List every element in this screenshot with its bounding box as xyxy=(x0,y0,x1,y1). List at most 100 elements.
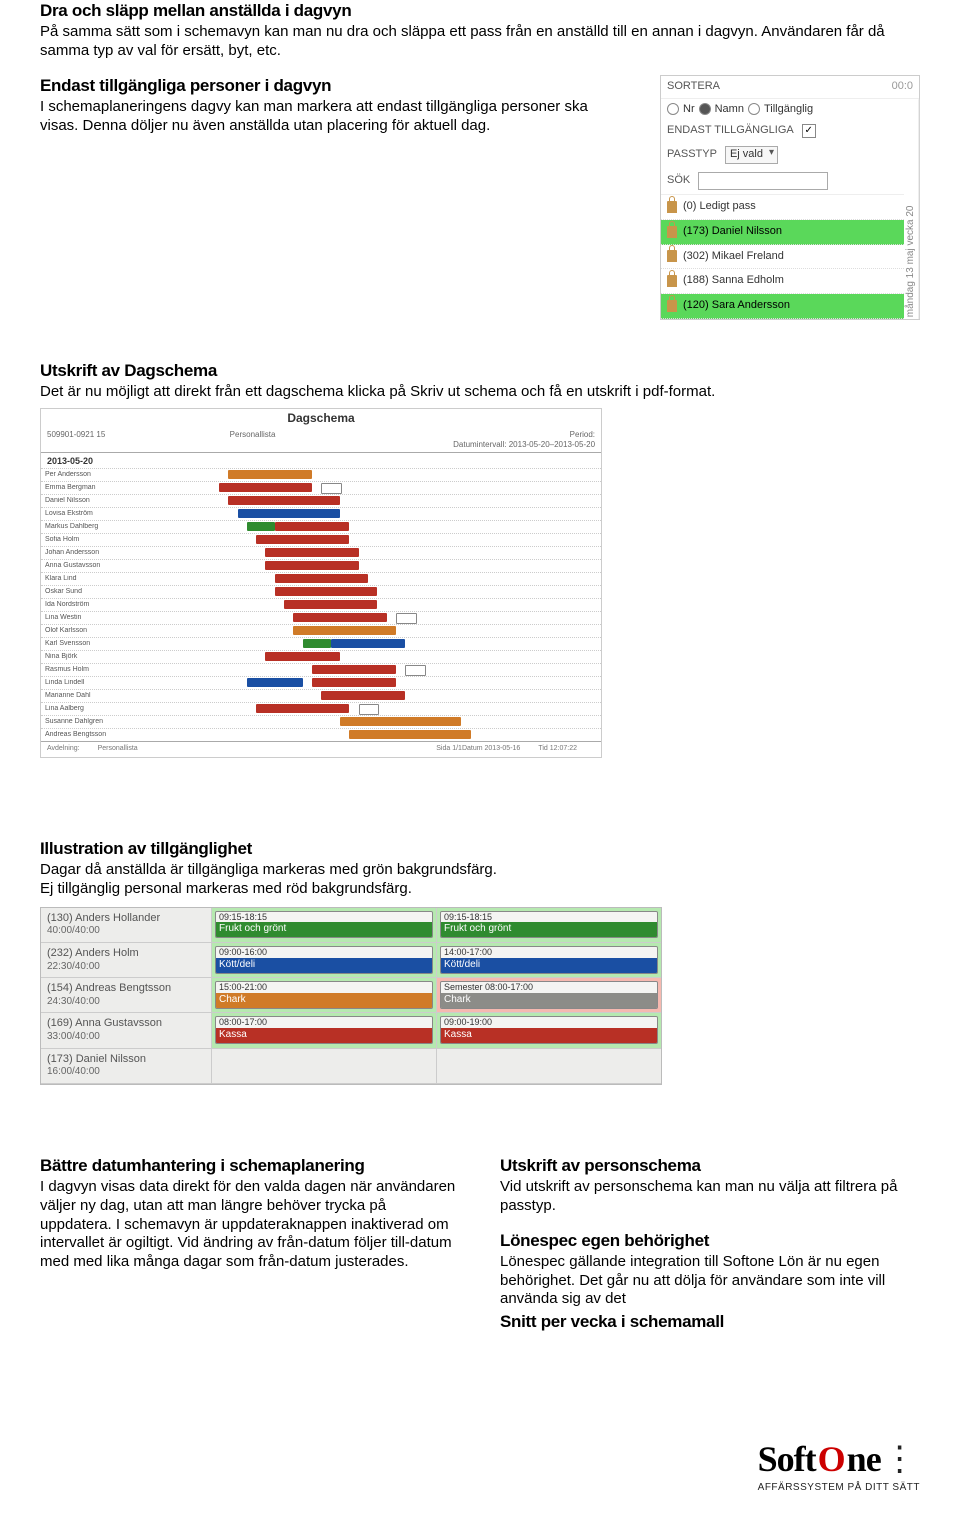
dagschema-row-name: Susanne Dahlgren xyxy=(41,718,135,727)
dagschema-row-track xyxy=(135,625,601,637)
dagschema-bar xyxy=(275,522,350,531)
avail-shift-block[interactable]: 08:00-17:00Kassa xyxy=(215,1016,433,1044)
text-datehandling: I dagvyn visas data direkt för den valda… xyxy=(40,1178,460,1272)
avail-cell[interactable]: Semester 08:00-17:00Chark xyxy=(436,978,661,1012)
avail-shift-block[interactable]: 09:15-18:15Frukt och grönt xyxy=(440,911,658,939)
dagschema-row-track xyxy=(135,729,601,741)
dagschema-top-mid: Personallista xyxy=(230,430,413,450)
avail-row: (154) Andreas Bengtsson24:30/40:0015:00-… xyxy=(41,978,661,1013)
avail-shift-block[interactable]: 09:00-16:00Kött/deli xyxy=(215,946,433,974)
dagschema-bar xyxy=(256,535,349,544)
lock-icon xyxy=(667,300,677,312)
lock-icon xyxy=(667,201,677,213)
logo-text-c: ne xyxy=(847,1437,881,1482)
text-availability-1: Dagar då anställda är tillgängliga marke… xyxy=(40,861,920,880)
dagschema-row-name: Nina Björk xyxy=(41,653,135,662)
heading-snitt: Snitt per vecka i schemamall xyxy=(500,1311,920,1332)
text-drag-drop: På samma sätt som i schemavyn kan man nu… xyxy=(40,23,920,61)
lock-icon xyxy=(667,275,677,287)
heading-available: Endast tillgängliga personer i dagvyn xyxy=(40,75,630,96)
text-available: I schemaplaneringens dagvy kan man marke… xyxy=(40,98,630,136)
avail-shift-block[interactable]: 09:15-18:15Frukt och grönt xyxy=(215,911,433,939)
avail-shift-block[interactable]: Semester 08:00-17:00Chark xyxy=(440,981,658,1009)
avail-row: (232) Anders Holm22:30/40:0009:00-16:00K… xyxy=(41,943,661,978)
label-tillganglig: Tillgänglig xyxy=(764,103,813,117)
avail-cell[interactable] xyxy=(211,1049,436,1083)
dagschema-bar xyxy=(303,639,331,648)
avail-shift-block[interactable]: 09:00-19:00Kassa xyxy=(440,1016,658,1044)
avail-cell[interactable]: 09:00-19:00Kassa xyxy=(436,1013,661,1047)
side-panel-item[interactable]: (188) Sanna Edholm xyxy=(661,269,904,294)
radio-nr[interactable] xyxy=(667,103,679,115)
dagschema-row-track xyxy=(135,599,601,611)
dagschema-row-name: Olof Karlsson xyxy=(41,627,135,636)
side-panel-item[interactable]: (302) Mikael Freland xyxy=(661,245,904,270)
dagschema-period-val: 2013-05-20–2013-05-20 xyxy=(509,440,595,449)
side-panel-item[interactable]: (173) Daniel Nilsson xyxy=(661,220,904,245)
dagschema-row: Per Andersson xyxy=(41,468,601,481)
dagschema-bar xyxy=(275,587,378,596)
dagschema-row: Daniel Nilsson xyxy=(41,494,601,507)
dagschema-row-track xyxy=(135,651,601,663)
dagschema-row-track xyxy=(135,560,601,572)
logo-text-a: Soft xyxy=(758,1437,816,1482)
label-sortera: SORTERA xyxy=(667,80,720,94)
dagschema-row: Lina Westin xyxy=(41,611,601,624)
heading-personschema: Utskrift av personschema xyxy=(500,1155,920,1176)
dagschema-row: Ida Nordström xyxy=(41,598,601,611)
radio-tillganglig[interactable] xyxy=(748,103,760,115)
avail-cell[interactable]: 09:15-18:15Frukt och grönt xyxy=(436,908,661,942)
dagschema-row-name: Andreas Bengtsson xyxy=(41,731,135,740)
side-panel-item-label: (120) Sara Andersson xyxy=(683,299,790,313)
avail-employee: (232) Anders Holm22:30/40:00 xyxy=(41,943,211,977)
avail-cell[interactable] xyxy=(436,1049,661,1083)
dagschema-row-name: Ida Nordström xyxy=(41,601,135,610)
dagschema-bar xyxy=(312,678,396,687)
dagschema-row-name: Marianne Dahl xyxy=(41,692,135,701)
avail-cell[interactable]: 15:00-21:00Chark xyxy=(211,978,436,1012)
radio-namn[interactable] xyxy=(699,103,711,115)
dagschema-row-track xyxy=(135,508,601,520)
avail-cell[interactable]: 08:00-17:00Kassa xyxy=(211,1013,436,1047)
heading-lonespec: Lönespec egen behörighet xyxy=(500,1230,920,1251)
checkbox-endast-tillg[interactable]: ✓ xyxy=(802,124,816,138)
dagschema-row-name: Emma Bergman xyxy=(41,484,135,493)
dagschema-row: Lovisa Ekström xyxy=(41,507,601,520)
dagschema-bar xyxy=(293,626,396,635)
avail-shift-block[interactable]: 15:00-21:00Chark xyxy=(215,981,433,1009)
dagschema-row-track xyxy=(135,469,601,481)
side-panel-item[interactable]: (0) Ledigt pass xyxy=(661,195,904,220)
avail-cell[interactable]: 09:00-16:00Kött/deli xyxy=(211,943,436,977)
avail-cell[interactable]: 09:15-18:15Frukt och grönt xyxy=(211,908,436,942)
dagschema-bar xyxy=(340,717,461,726)
dagschema-row-track xyxy=(135,716,601,728)
heading-dagschema: Utskrift av Dagschema xyxy=(40,360,920,381)
avail-cell[interactable]: 14:00-17:00Kött/deli xyxy=(436,943,661,977)
avail-row: (169) Anna Gustavsson33:00/40:0008:00-17… xyxy=(41,1013,661,1048)
avail-shift-block[interactable]: 14:00-17:00Kött/deli xyxy=(440,946,658,974)
logo-text-b: O xyxy=(818,1437,845,1482)
side-panel: SORTERA 00:0 Nr Namn Tillgänglig xyxy=(660,75,920,320)
search-input[interactable] xyxy=(698,172,828,190)
dagschema-row-name: Daniel Nilsson xyxy=(41,497,135,506)
side-panel-item[interactable]: (120) Sara Andersson xyxy=(661,294,904,319)
dagschema-row: Karl Svensson xyxy=(41,637,601,650)
dagschema-row: Markus Dahlberg xyxy=(41,520,601,533)
dagschema-row-name: Lina Aalberg xyxy=(41,705,135,714)
side-panel-item-label: (0) Ledigt pass xyxy=(683,200,756,214)
dagschema-bar xyxy=(331,639,406,648)
label-nr: Nr xyxy=(683,103,695,117)
dagschema-row: Emma Bergman xyxy=(41,481,601,494)
side-panel-item-label: (302) Mikael Freland xyxy=(683,250,784,264)
dagschema-bar xyxy=(275,574,368,583)
side-panel-item-label: (173) Daniel Nilsson xyxy=(683,225,782,239)
dagschema-bar xyxy=(247,522,275,531)
dagschema-bar xyxy=(349,730,470,739)
select-passtyp[interactable]: Ej vald xyxy=(725,146,778,164)
dagschema-bar xyxy=(293,613,386,622)
heading-datehandling: Bättre datumhantering i schemaplanering xyxy=(40,1155,460,1176)
dagschema-row-track xyxy=(135,534,601,546)
dagschema-date: 2013-05-20 xyxy=(41,453,601,468)
dagschema-row-track xyxy=(135,664,601,676)
dagschema-foot-time: Tid 12:07:22 xyxy=(538,745,577,754)
